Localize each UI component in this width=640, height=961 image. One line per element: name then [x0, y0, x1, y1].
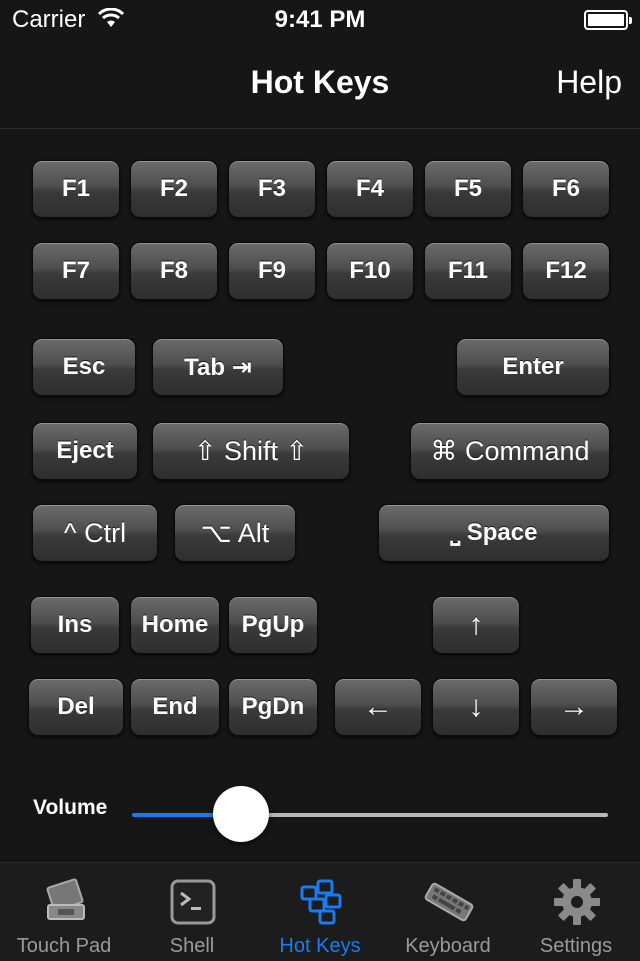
key-command[interactable]: ⌘ Command [410, 422, 610, 480]
key-f5[interactable]: F5 [424, 160, 512, 218]
tab-label: Keyboard [405, 935, 491, 957]
key-f10[interactable]: F10 [326, 242, 414, 300]
volume-thumb[interactable] [213, 786, 269, 842]
tab-shell[interactable]: Shell [128, 863, 256, 961]
key-f8[interactable]: F8 [130, 242, 218, 300]
key-arrow-down[interactable]: ↓ [432, 678, 520, 736]
terminal-icon [170, 879, 216, 925]
key-arrow-left[interactable]: ← [334, 678, 422, 736]
gear-icon [554, 879, 600, 925]
key-arrow-right[interactable]: → [530, 678, 618, 736]
key-f4[interactable]: F4 [326, 160, 414, 218]
tab-label: Shell [169, 935, 215, 957]
tab-settings[interactable]: Settings [512, 863, 640, 961]
tab-label: Settings [539, 935, 613, 957]
page-title: Hot Keys [250, 64, 390, 100]
key-tab[interactable]: Tab ⇥ [152, 338, 284, 396]
key-shift[interactable]: ⇧ Shift ⇧ [152, 422, 350, 480]
key-esc[interactable]: Esc [32, 338, 136, 396]
clock: 9:41 PM [274, 6, 366, 33]
volume-track-empty [241, 813, 608, 817]
battery-icon [584, 10, 632, 30]
key-f3[interactable]: F3 [228, 160, 316, 218]
key-f9[interactable]: F9 [228, 242, 316, 300]
key-pgup[interactable]: PgUp [228, 596, 318, 654]
key-del[interactable]: Del [28, 678, 124, 736]
navigation-bar: Hot Keys Help [0, 40, 640, 129]
tab-label: Touch Pad [16, 935, 112, 957]
key-alt[interactable]: ⌥ Alt [174, 504, 296, 562]
help-button[interactable]: Help [556, 64, 622, 101]
tab-keyboard[interactable]: Keyboard [384, 863, 512, 961]
key-f2[interactable]: F2 [130, 160, 218, 218]
key-f7[interactable]: F7 [32, 242, 120, 300]
key-f12[interactable]: F12 [522, 242, 610, 300]
key-home[interactable]: Home [130, 596, 220, 654]
hotkeys-icon [300, 879, 342, 925]
volume-slider[interactable] [132, 786, 608, 844]
volume-label: Volume [33, 796, 108, 819]
tab-touch-pad[interactable]: Touch Pad [0, 863, 128, 961]
key-pgdn[interactable]: PgDn [228, 678, 318, 736]
key-f6[interactable]: F6 [522, 160, 610, 218]
laptop-icon [46, 878, 85, 920]
key-space[interactable]: ⎵ Space [378, 504, 610, 562]
key-eject[interactable]: Eject [32, 422, 138, 480]
status-bar: Carrier 9:41 PM [0, 0, 640, 40]
key-f11[interactable]: F11 [424, 242, 512, 300]
key-end[interactable]: End [130, 678, 220, 736]
keyboard-icon [424, 882, 474, 922]
key-f1[interactable]: F1 [32, 160, 120, 218]
key-ctrl[interactable]: ^ Ctrl [32, 504, 158, 562]
key-ins[interactable]: Ins [30, 596, 120, 654]
tab-bar: Touch Pad Shell Hot Keys Keyboard Settin… [0, 862, 640, 961]
key-arrow-up[interactable]: ↑ [432, 596, 520, 654]
tab-hot-keys[interactable]: Hot Keys [256, 863, 384, 961]
tab-label: Hot Keys [279, 935, 361, 957]
key-enter[interactable]: Enter [456, 338, 610, 396]
